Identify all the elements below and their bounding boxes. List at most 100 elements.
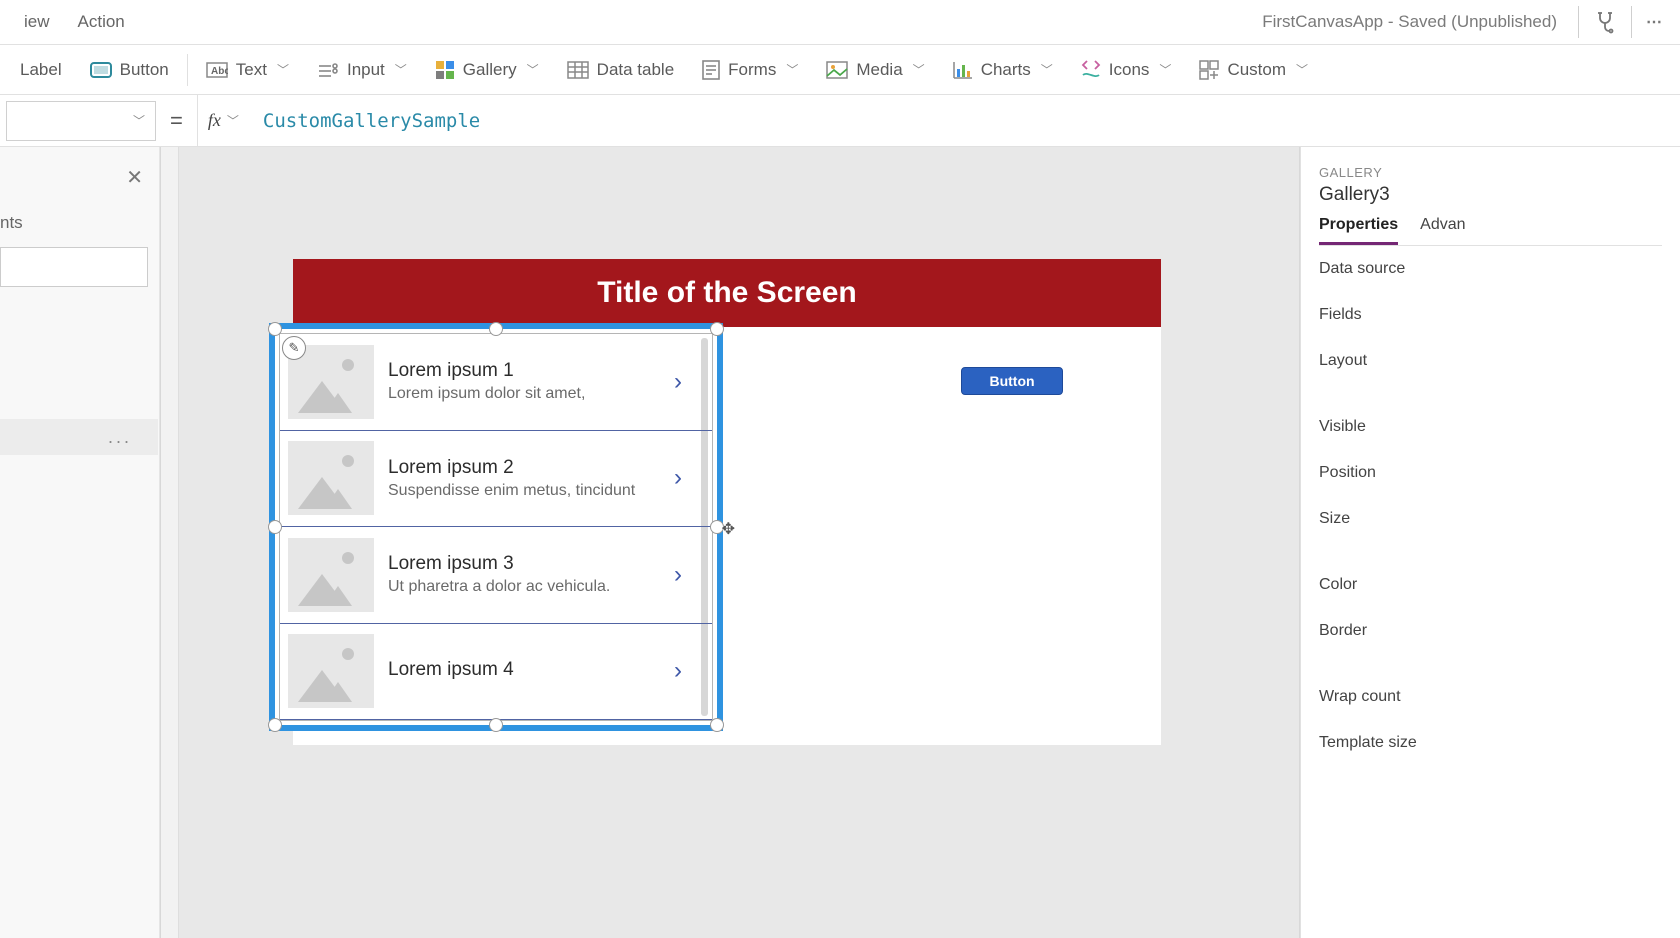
prop-size[interactable]: Size	[1319, 496, 1662, 542]
ribbon-gallery-text: Gallery	[463, 60, 517, 80]
forms-icon	[702, 60, 720, 80]
spacer	[1319, 384, 1662, 404]
prop-color[interactable]: Color	[1319, 562, 1662, 608]
menu-action[interactable]: Action	[64, 4, 139, 40]
chevron-right-icon[interactable]: ›	[674, 370, 698, 394]
ribbon-icons-text: Icons	[1109, 60, 1150, 80]
placeholder-image-icon	[288, 441, 374, 515]
tree-search-input[interactable]	[0, 247, 148, 287]
gallery-item-text: Lorem ipsum 3 Ut pharetra a dolor ac veh…	[388, 553, 660, 596]
overflow-icon[interactable]: ⋯	[1638, 4, 1670, 40]
prop-template-size[interactable]: Template size	[1319, 720, 1662, 766]
tree-label-suffix: nts	[0, 213, 23, 233]
divider	[187, 54, 188, 86]
ribbon-button[interactable]: Button	[76, 52, 183, 88]
resize-handle-tm[interactable]	[489, 322, 503, 336]
ribbon-text[interactable]: Abc Text ﹀	[192, 52, 303, 88]
prop-position[interactable]: Position	[1319, 450, 1662, 496]
ribbon-forms[interactable]: Forms ﹀	[688, 52, 812, 88]
resize-handle-bl[interactable]	[268, 718, 282, 732]
resize-handle-bm[interactable]	[489, 718, 503, 732]
spacer	[1319, 654, 1662, 674]
gallery-icon	[435, 60, 455, 80]
spacer	[1319, 542, 1662, 562]
chevron-down-icon: ﹀	[1041, 61, 1053, 78]
app-title: FirstCanvasApp - Saved (Unpublished)	[1262, 12, 1572, 32]
screen-title: Title of the Screen	[597, 276, 857, 310]
fx-label: fx	[208, 110, 221, 131]
gallery-item[interactable]: Lorem ipsum 3 Ut pharetra a dolor ac veh…	[280, 527, 712, 624]
ribbon-charts[interactable]: Charts ﹀	[939, 52, 1067, 88]
gallery-item[interactable]: Lorem ipsum 1 Lorem ipsum dolor sit amet…	[280, 334, 712, 431]
gallery-inner: Lorem ipsum 1 Lorem ipsum dolor sit amet…	[279, 333, 713, 721]
gallery-item-text: Lorem ipsum 2 Suspendisse enim metus, ti…	[388, 457, 660, 500]
diagnostics-icon[interactable]	[1585, 2, 1625, 42]
formula-input[interactable]: CustomGallerySample	[249, 95, 1680, 147]
resize-handle-tr[interactable]	[710, 322, 724, 336]
fx-box[interactable]: fx ﹀	[197, 95, 249, 147]
edit-template-icon[interactable]: ✎	[282, 336, 306, 360]
text-icon: Abc	[206, 62, 228, 78]
gallery-item-subtitle: Ut pharetra a dolor ac vehicula.	[388, 578, 660, 596]
gallery-item-title: Lorem ipsum 3	[388, 553, 660, 575]
tree-active-row[interactable]: ...	[0, 419, 158, 455]
chevron-down-icon: ﹀	[395, 61, 407, 78]
properties-panel: GALLERY Gallery3 Properties Advan Data s…	[1300, 147, 1680, 938]
chevron-down-icon: ﹀	[1159, 61, 1171, 78]
ribbon-input[interactable]: Input ﹀	[303, 52, 421, 88]
gallery-item-title: Lorem ipsum 4	[388, 659, 660, 681]
prop-data-source[interactable]: Data source	[1319, 246, 1662, 292]
button-icon	[90, 62, 112, 78]
ellipsis-icon: ...	[108, 427, 132, 448]
chevron-down-icon: ﹀	[277, 61, 289, 78]
resize-handle-tl[interactable]	[268, 322, 282, 336]
gallery-item-subtitle: Lorem ipsum dolor sit amet,	[388, 385, 660, 403]
close-icon[interactable]: ✕	[126, 165, 143, 190]
custom-icon	[1199, 60, 1219, 80]
chevron-down-icon: ﹀	[1296, 61, 1308, 78]
svg-text:Abc: Abc	[211, 66, 228, 77]
prop-wrap-count[interactable]: Wrap count	[1319, 674, 1662, 720]
prop-layout[interactable]: Layout	[1319, 338, 1662, 384]
insert-ribbon: Label Button Abc Text ﹀ Input ﹀ Gallery …	[0, 45, 1680, 95]
ribbon-gallery[interactable]: Gallery ﹀	[421, 52, 553, 88]
menu-view[interactable]: iew	[10, 4, 64, 40]
tree-view-panel: ✕ nts ...	[0, 147, 160, 938]
tab-properties[interactable]: Properties	[1319, 216, 1398, 245]
media-icon	[826, 61, 848, 79]
gallery-item[interactable]: Lorem ipsum 4 ›	[280, 624, 712, 721]
chevron-right-icon[interactable]: ›	[674, 466, 698, 490]
screen-button-label: Button	[989, 373, 1034, 389]
ribbon-media-text: Media	[856, 60, 902, 80]
chevron-right-icon[interactable]: ›	[674, 659, 698, 683]
screen-title-bar: Title of the Screen	[293, 259, 1161, 327]
prop-visible[interactable]: Visible	[1319, 404, 1662, 450]
tab-advanced[interactable]: Advan	[1420, 216, 1465, 245]
icons-icon	[1081, 59, 1101, 81]
equals-sign: =	[156, 108, 197, 134]
chevron-right-icon[interactable]: ›	[674, 563, 698, 587]
ribbon-datatable-text: Data table	[597, 60, 675, 80]
divider	[1631, 6, 1632, 38]
ribbon-datatable[interactable]: Data table	[553, 52, 689, 88]
datatable-icon	[567, 61, 589, 79]
move-cursor-icon: ✥	[722, 519, 735, 539]
control-name[interactable]: Gallery3	[1319, 184, 1662, 206]
property-selector[interactable]: ﹀	[6, 101, 156, 141]
ribbon-button-text: Button	[120, 60, 169, 80]
resize-handle-br[interactable]	[710, 718, 724, 732]
screen-button[interactable]: Button	[961, 367, 1063, 395]
gallery-item-title: Lorem ipsum 2	[388, 457, 660, 479]
resize-handle-ml[interactable]	[268, 520, 282, 534]
ribbon-custom[interactable]: Custom ﹀	[1185, 52, 1322, 88]
prop-border[interactable]: Border	[1319, 608, 1662, 654]
ribbon-label[interactable]: Label	[6, 52, 76, 88]
ribbon-media[interactable]: Media ﹀	[812, 52, 938, 88]
placeholder-image-icon	[288, 538, 374, 612]
gallery-item[interactable]: Lorem ipsum 2 Suspendisse enim metus, ti…	[280, 431, 712, 528]
gallery-control[interactable]: ✎ ✥ Lorem ipsum 1 Lorem ipsum dolor sit …	[269, 323, 723, 731]
ribbon-icons[interactable]: Icons ﹀	[1067, 51, 1186, 89]
control-category: GALLERY	[1319, 165, 1662, 180]
formula-bar: ﹀ = fx ﹀ CustomGallerySample	[0, 95, 1680, 147]
prop-fields[interactable]: Fields	[1319, 292, 1662, 338]
